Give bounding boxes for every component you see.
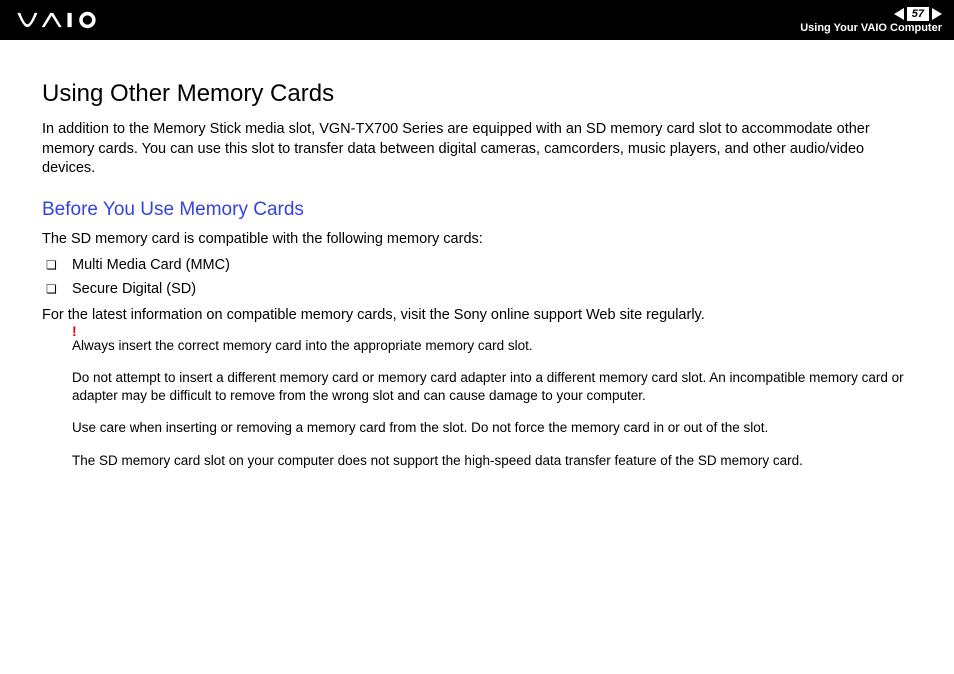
vaio-logo [16,8,116,32]
memory-card-list: Multi Media Card (MMC) Secure Digital (S… [42,257,912,297]
warning-text: Use care when inserting or removing a me… [72,419,912,437]
intro-paragraph: In addition to the Memory Stick media sl… [42,120,912,179]
page-title: Using Other Memory Cards [42,80,912,108]
compat-intro: The SD memory card is compatible with th… [42,231,912,247]
prev-page-icon[interactable] [894,8,904,20]
page-number: 57 [907,7,929,21]
page-navigation: 57 [894,7,942,21]
page-header: 57 Using Your VAIO Computer [0,0,954,40]
section-title: Using Your VAIO Computer [800,22,942,34]
list-item: Secure Digital (SD) [42,281,912,297]
compat-note: For the latest information on compatible… [42,307,912,323]
page-content: Using Other Memory Cards In addition to … [0,40,954,470]
warning-text: The SD memory card slot on your computer… [72,452,912,470]
warning-text: Always insert the correct memory card in… [72,337,912,355]
warning-text: Do not attempt to insert a different mem… [72,369,912,405]
warning-icon: ! [72,323,77,339]
next-page-icon[interactable] [932,8,942,20]
list-item: Multi Media Card (MMC) [42,257,912,273]
warning-block: ! Always insert the correct memory card … [42,337,912,470]
subheading: Before You Use Memory Cards [42,199,912,221]
header-right-block: 57 Using Your VAIO Computer [800,7,942,34]
